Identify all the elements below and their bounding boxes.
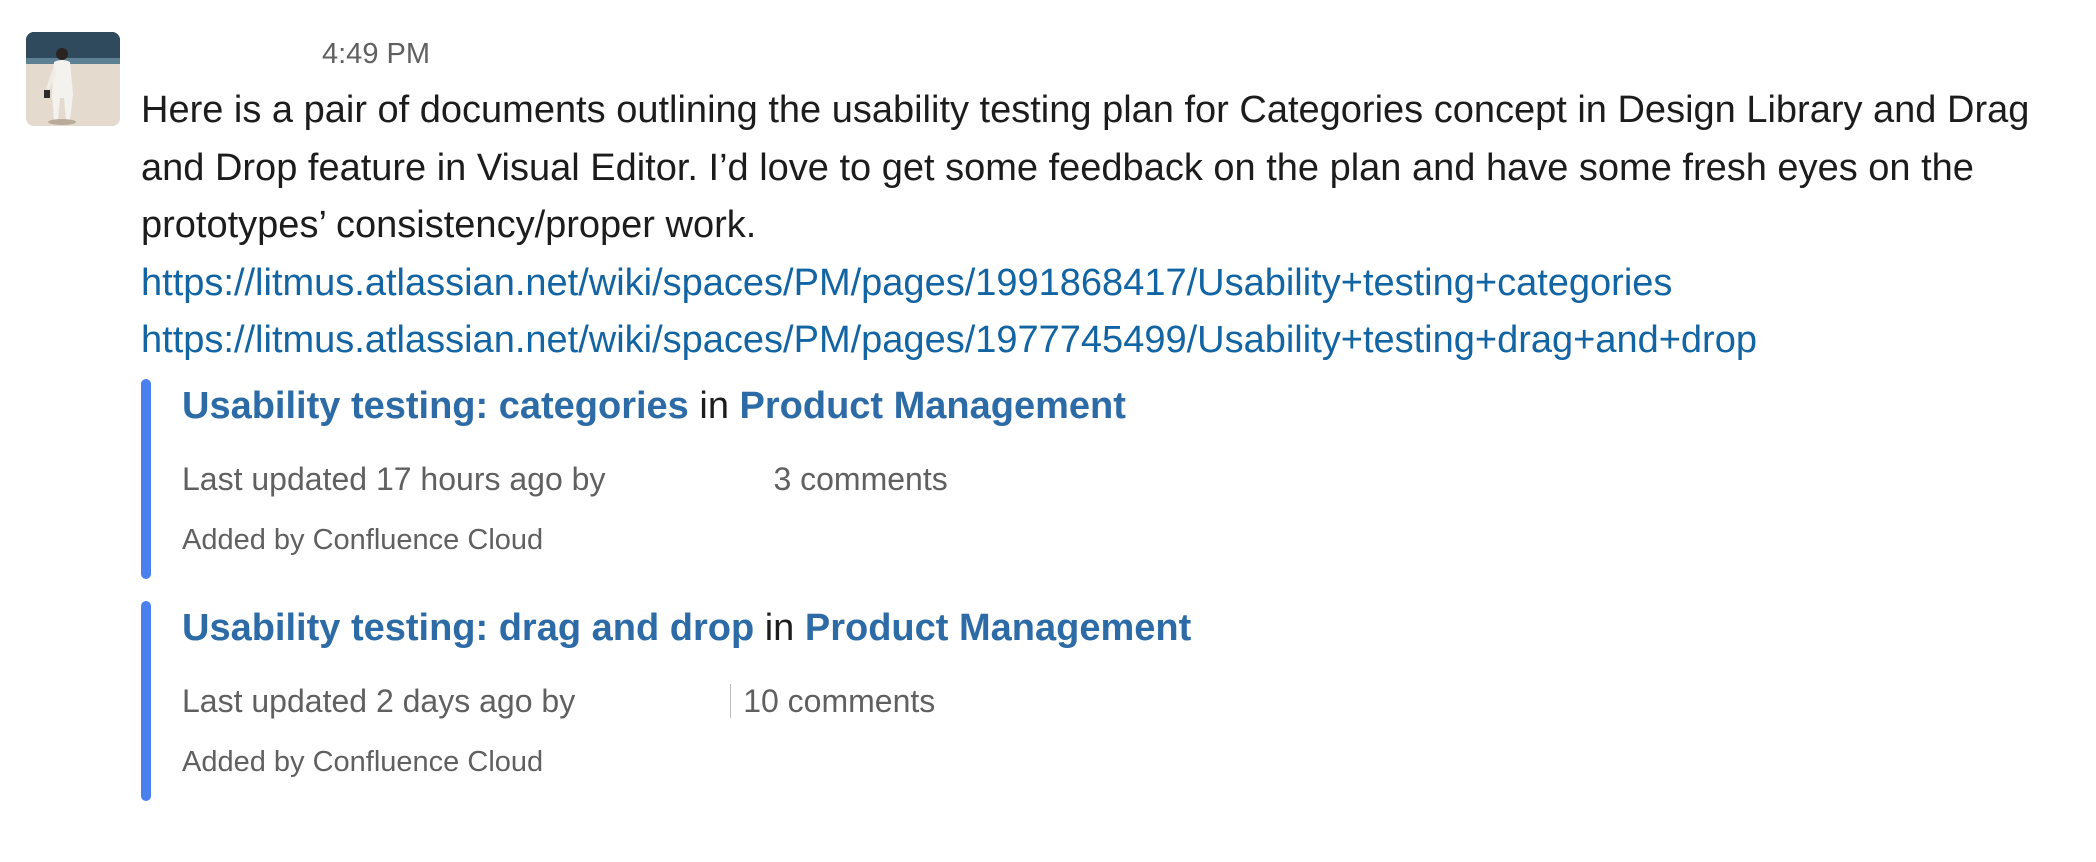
unfurl-page-link[interactable]: Usability testing: categories bbox=[182, 385, 689, 427]
unfurl-card-drag-and-drop: Usability testing: drag and drop in Prod… bbox=[141, 601, 1341, 801]
message-body: Here is a pair of documents outlining th… bbox=[141, 82, 2081, 370]
unfurl-footer: Added by Confluence Cloud bbox=[182, 524, 544, 556]
avatar-photo bbox=[26, 32, 120, 126]
unfurl-title: Usability testing: categories in Product… bbox=[182, 379, 1341, 433]
link-usability-testing-categories[interactable]: https://litmus.atlassian.net/wiki/spaces… bbox=[141, 255, 2081, 313]
link-usability-testing-drag-and-drop[interactable]: https://litmus.atlassian.net/wiki/spaces… bbox=[141, 312, 2081, 370]
attachment-bar bbox=[141, 379, 151, 579]
unfurl-title: Usability testing: drag and drop in Prod… bbox=[182, 601, 1341, 655]
unfurl-page-link[interactable]: Usability testing: drag and drop bbox=[182, 607, 754, 649]
unfurl-updated: Last updated 2 days ago by bbox=[182, 683, 576, 719]
meta-divider bbox=[730, 684, 732, 718]
attachment-bar bbox=[141, 601, 151, 801]
unfurl-comments-count[interactable]: 10 comments bbox=[743, 681, 935, 721]
unfurl-comments-count[interactable]: 3 comments bbox=[773, 459, 947, 499]
unfurl-meta: Last updated 17 hours ago by 3 comments bbox=[182, 459, 1341, 499]
unfurl-card-categories: Usability testing: categories in Product… bbox=[141, 379, 1341, 579]
unfurl-in-label: in bbox=[764, 607, 795, 649]
unfurl-space-link[interactable]: Product Management bbox=[740, 385, 1126, 427]
unfurl-in-label: in bbox=[699, 385, 729, 427]
chat-message: 4:49 PM Here is a pair of documents outl… bbox=[0, 0, 2096, 862]
unfurl-footer: Added by Confluence Cloud bbox=[182, 746, 544, 778]
unfurl-updated: Last updated 17 hours ago by bbox=[182, 461, 606, 497]
avatar[interactable] bbox=[26, 32, 120, 126]
unfurl-meta: Last updated 2 days ago by 10 comments bbox=[182, 681, 1341, 721]
unfurl-space-link[interactable]: Product Management bbox=[805, 607, 1191, 649]
message-timestamp[interactable]: 4:49 PM bbox=[322, 36, 430, 72]
message-text: Here is a pair of documents outlining th… bbox=[141, 89, 2030, 246]
